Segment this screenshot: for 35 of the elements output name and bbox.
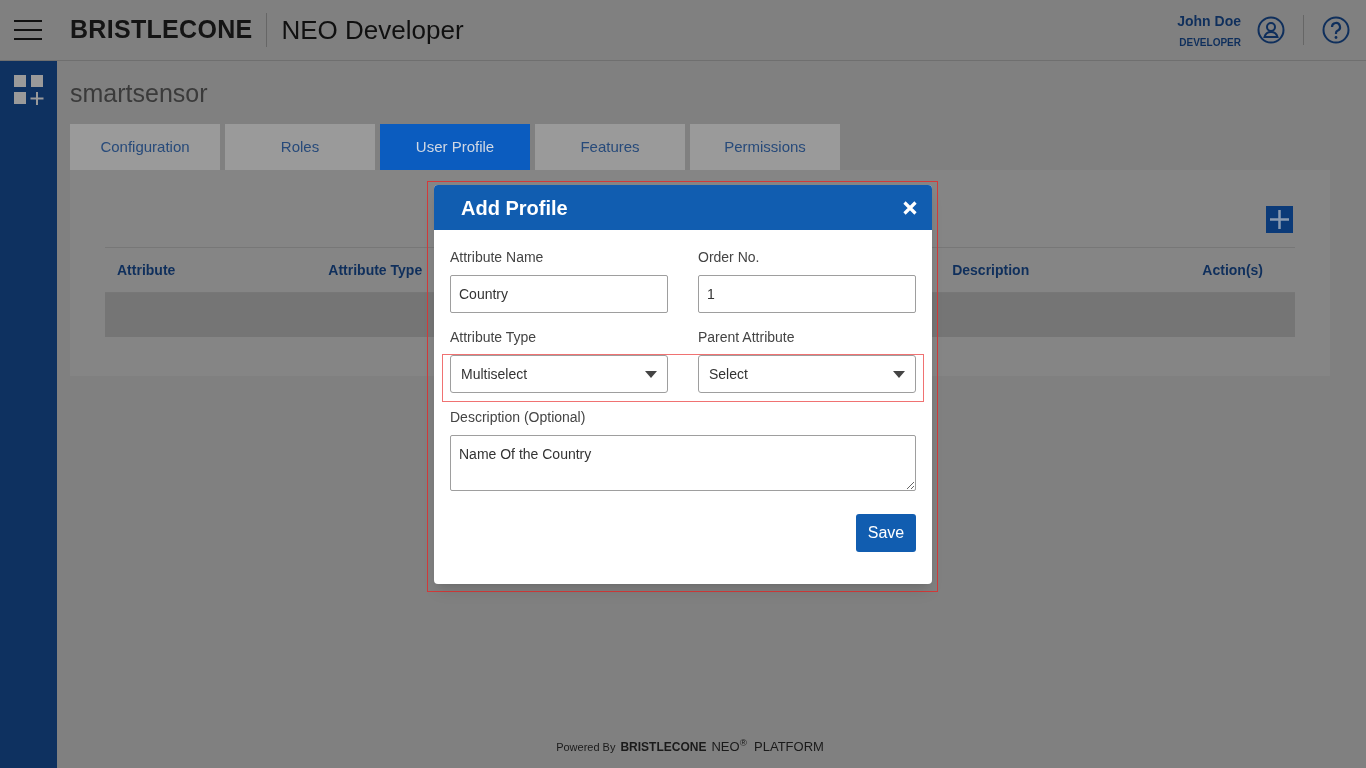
help-icon[interactable]: [1322, 16, 1350, 44]
column-header: Attribute: [117, 260, 176, 280]
dropdown-field[interactable]: Multiselect: [450, 355, 668, 393]
text-field[interactable]: 1: [698, 275, 916, 313]
tab[interactable]: User Profile: [380, 124, 530, 170]
footer-text: Powered By: [556, 739, 616, 755]
logo: BRISTLECONE: [70, 14, 253, 46]
page-title: smartsensor: [70, 78, 209, 108]
text-field[interactable]: Country: [450, 275, 668, 313]
footer-logo: BRISTLECONE: [620, 738, 707, 756]
add-icon[interactable]: [1266, 206, 1293, 233]
dialog-title: Add Profile: [461, 195, 568, 221]
column-header: Action(s): [1202, 260, 1264, 280]
field-label: Description (Optional): [450, 408, 587, 426]
close-icon[interactable]: [903, 200, 917, 215]
user-icon[interactable]: [1257, 16, 1285, 44]
tab[interactable]: Configuration: [70, 124, 220, 170]
field-label: Parent Attribute: [698, 328, 796, 346]
menu-icon[interactable]: [14, 20, 42, 40]
user-name: John Doe: [1177, 11, 1241, 31]
apps-add-icon[interactable]: [13, 75, 44, 105]
save-button[interactable]: Save: [856, 514, 916, 552]
field-label: Attribute Type: [450, 328, 538, 346]
field-label: Order No.: [698, 248, 761, 266]
dropdown-field[interactable]: Select: [698, 355, 916, 393]
caret-icon: [645, 370, 657, 378]
column-header: Attribute Type: [328, 260, 423, 280]
user-role: DEVELOPER: [1179, 35, 1241, 50]
tab[interactable]: Permissions: [690, 124, 840, 170]
footer-product: NEO$^{®}$ PLATFORM: [711, 736, 824, 756]
caret-icon: [893, 370, 905, 378]
field-label: Attribute Name: [450, 248, 545, 266]
column-header: Description: [952, 260, 1030, 280]
description-field[interactable]: Name Of the Country: [450, 435, 916, 491]
app-title: NEO Developer: [281, 13, 464, 47]
